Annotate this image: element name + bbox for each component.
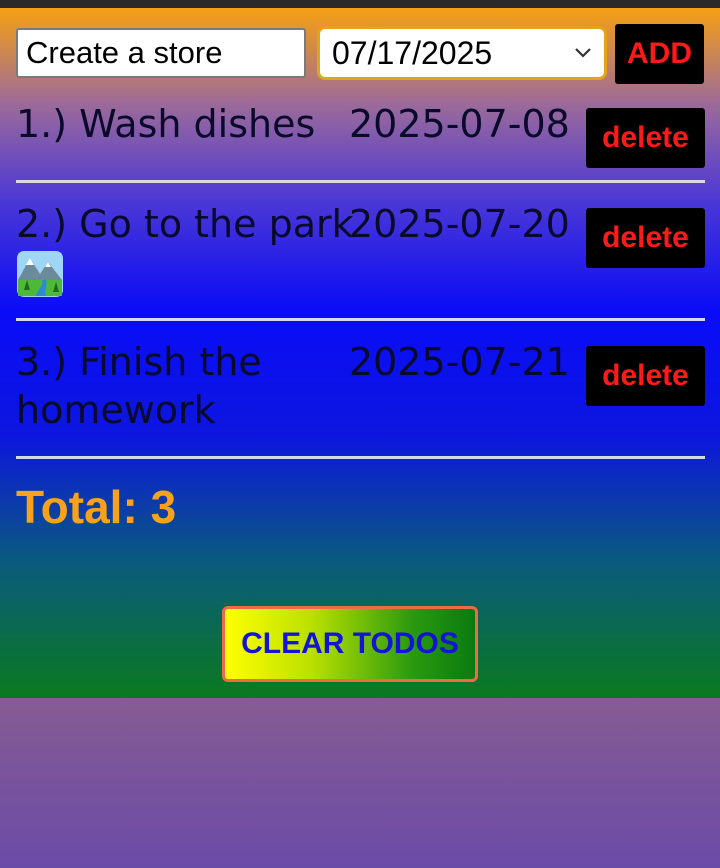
national-park-icon [16, 250, 64, 298]
row-divider [16, 180, 705, 183]
total-count: Total: 3 [16, 481, 177, 533]
status-bar-strip [0, 0, 720, 8]
todo-date: 2025-07-21 [349, 340, 570, 384]
row-divider [16, 318, 705, 321]
todo-name: 1.) Wash dishes [16, 102, 316, 146]
delete-button[interactable]: delete [586, 208, 705, 268]
chevron-down-icon [570, 40, 596, 66]
todo-date: 2025-07-20 [349, 202, 570, 246]
todo-row: 2.) Go to the park 2025-07-20 delete [16, 200, 705, 310]
todo-row: 1.) Wash dishes 2025-07-08 delete [16, 100, 705, 180]
task-name-input[interactable] [16, 28, 306, 78]
todo-row: 3.) Finish the homework 2025-07-21 delet… [16, 338, 705, 448]
delete-button[interactable]: delete [586, 108, 705, 168]
add-todo-button[interactable]: ADD [615, 24, 704, 84]
delete-button[interactable]: delete [586, 346, 705, 406]
todo-name-wrap: 2.) Go to the park [16, 200, 354, 309]
todo-name: 2.) Go to the park [16, 202, 354, 246]
todo-date: 2025-07-08 [349, 102, 570, 146]
due-date-select[interactable]: 07/17/2025 [317, 26, 607, 80]
due-date-value: 07/17/2025 [332, 34, 493, 71]
clear-todos-button[interactable]: CLEAR TODOS [222, 606, 478, 682]
row-divider [16, 456, 705, 459]
todo-app: 07/17/2025 ADD 1.) Wash dishes 2025-07-0… [0, 8, 720, 698]
todo-name: 3.) Finish the homework [16, 340, 262, 432]
